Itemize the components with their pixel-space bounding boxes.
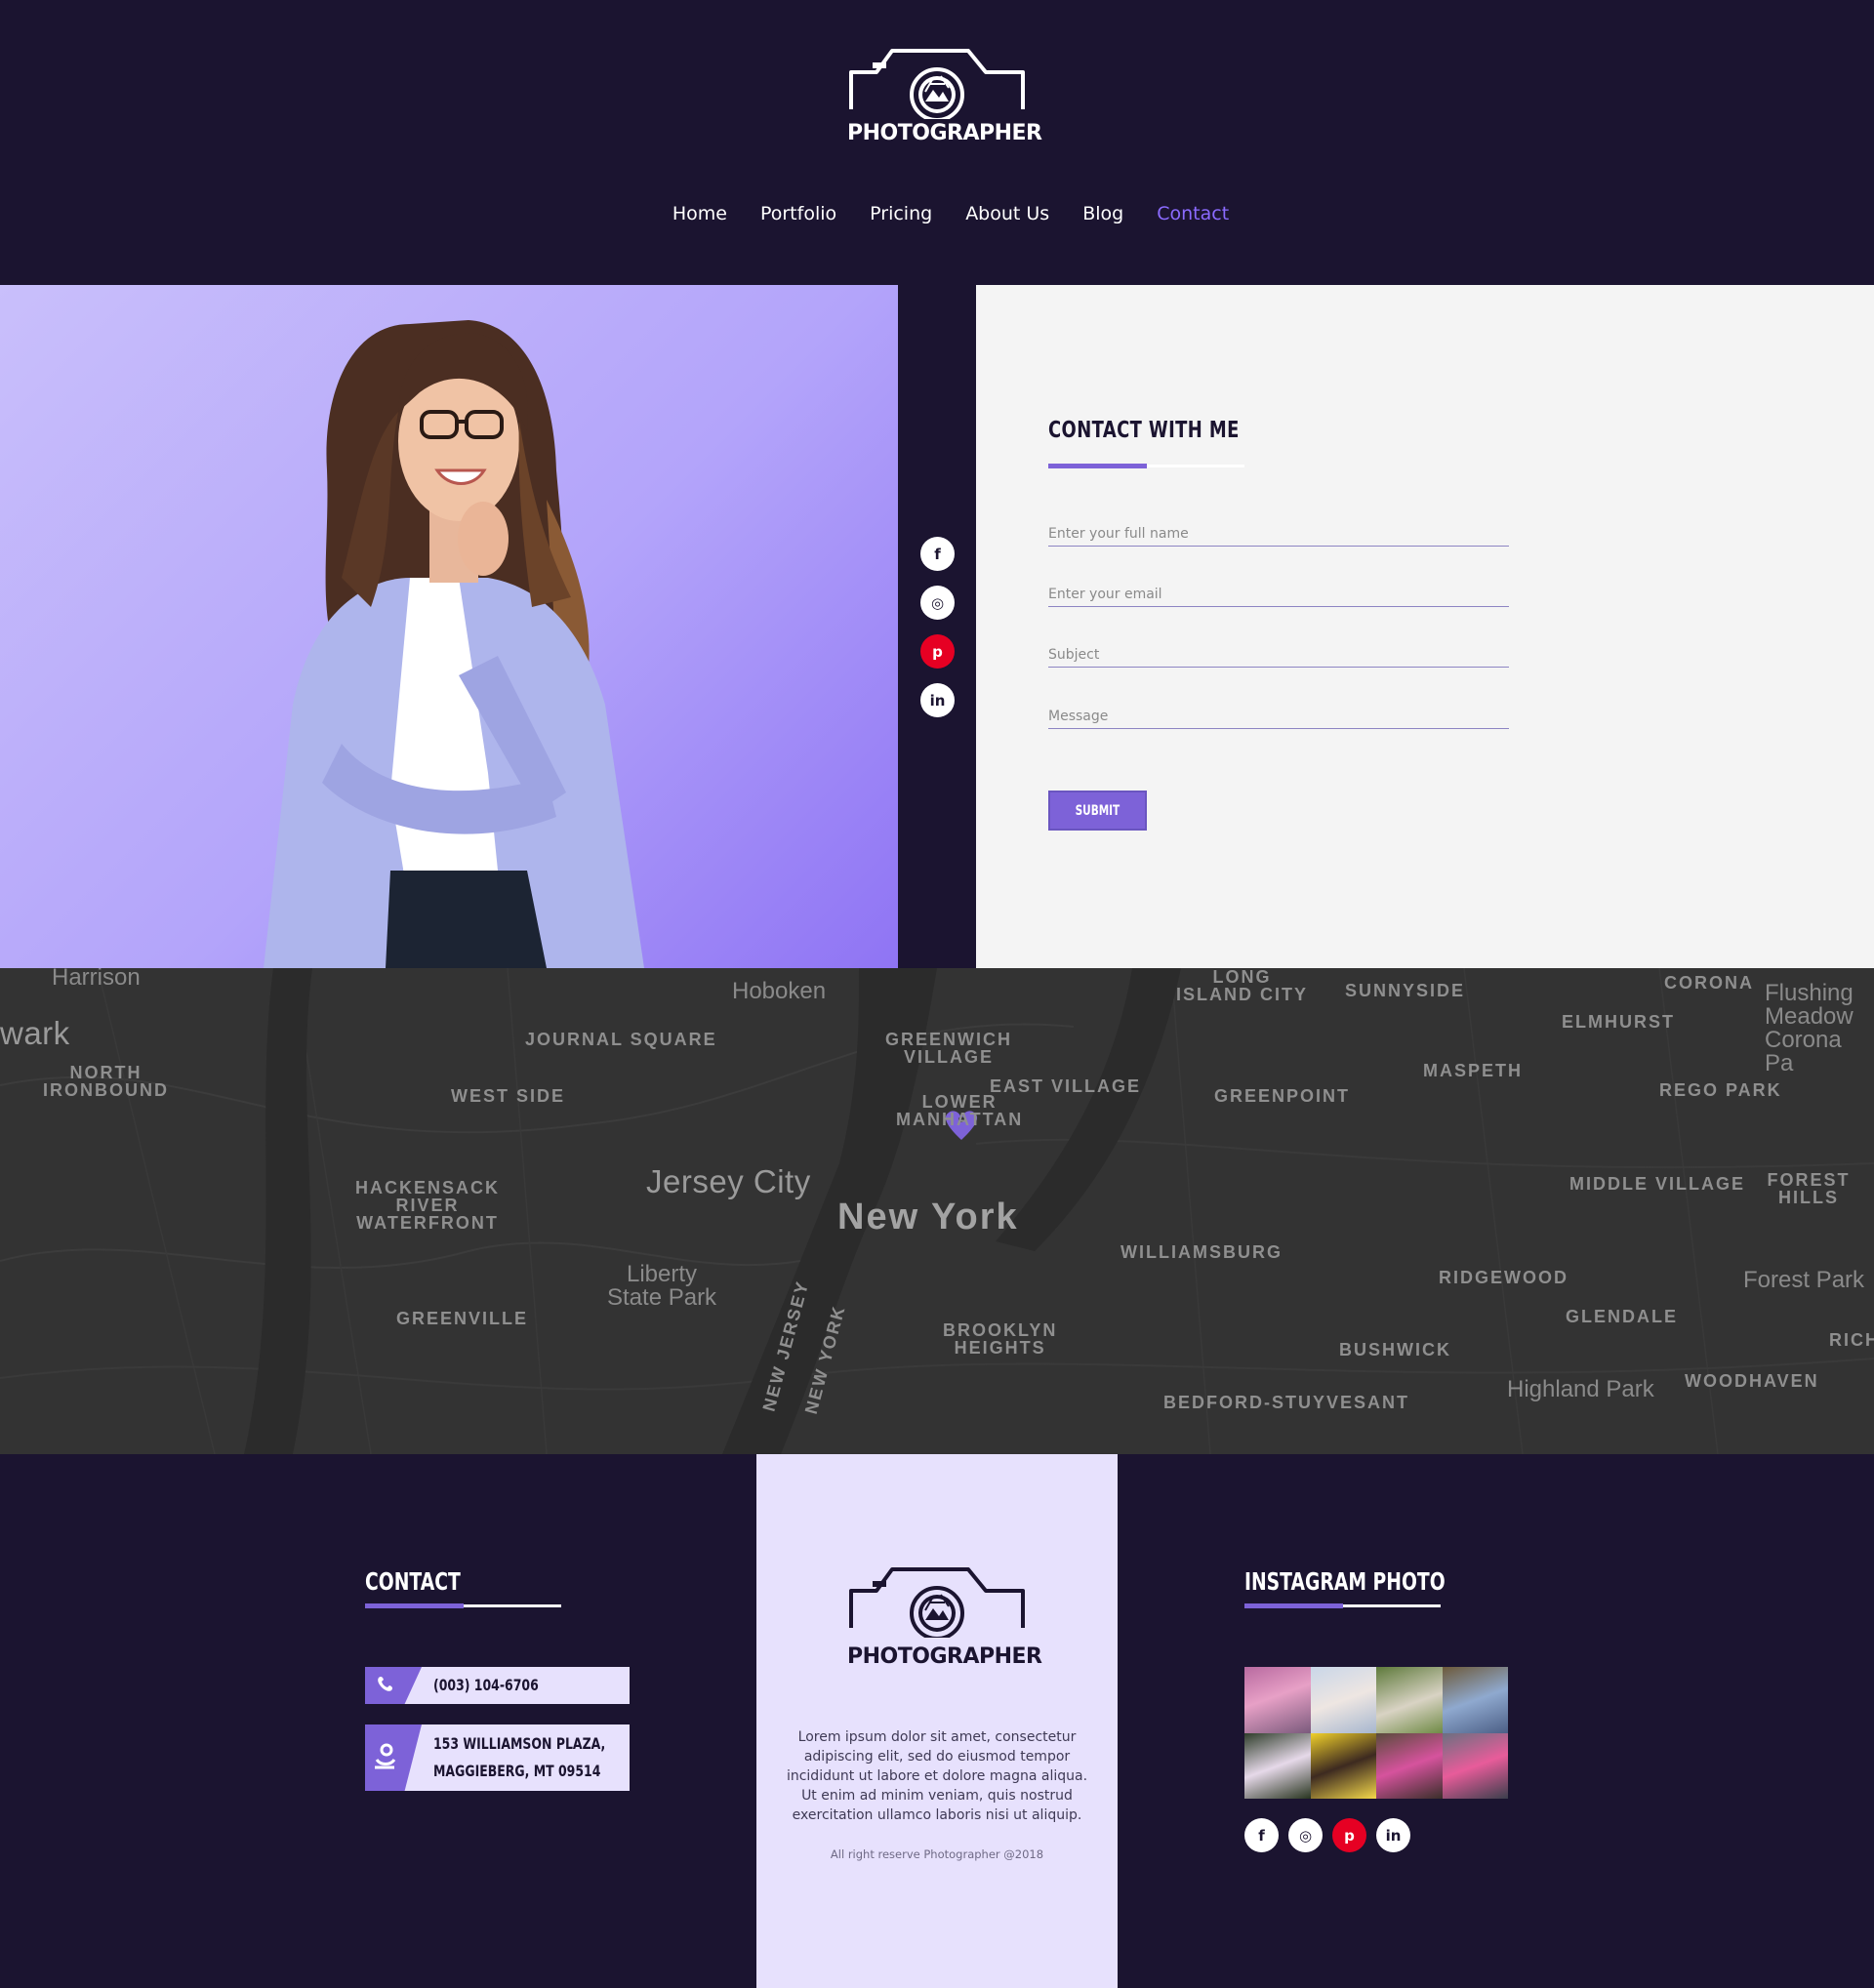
map-label: GLENDALE [1566,1307,1678,1326]
instagram-icon[interactable]: ◎ [920,586,955,620]
nav-pricing[interactable]: Pricing [870,203,932,224]
phone-number: (003) 104-6706 [433,1676,539,1694]
message-input[interactable] [1048,700,1509,729]
map-label: LOWER MANHATTAN [896,1092,1024,1129]
nav-blog[interactable]: Blog [1082,203,1123,224]
footer-about-text: Lorem ipsum dolor sit amet, consectetur … [786,1729,1088,1823]
map-label: Harrison [52,968,141,991]
email-input[interactable] [1048,578,1509,607]
phone-icon [365,1667,422,1704]
instagram-grid [1244,1667,1508,1799]
instagram-icon[interactable]: ◎ [1288,1818,1323,1852]
instagram-photo[interactable] [1442,1667,1508,1733]
footer-contact-underline-light [464,1604,561,1607]
facebook-icon[interactable]: f [1244,1818,1279,1852]
instagram-underline-light [1343,1604,1441,1607]
instagram-photo[interactable] [1310,1732,1376,1799]
map-label: WOODHAVEN [1685,1371,1819,1391]
map-label: ELMHURST [1562,1012,1675,1032]
map-label: BUSHWICK [1339,1340,1451,1359]
address-box[interactable]: 153 WILLIAMSON PLAZA, MAGGIEBERG, MT 095… [365,1724,630,1791]
map-label: Highland Park [1507,1376,1654,1402]
instagram-photo[interactable] [1244,1732,1311,1799]
map-label: Liberty State Park [607,1261,717,1311]
map-label: Forest Park [1743,1267,1865,1293]
nav-portfolio[interactable]: Portfolio [760,203,836,224]
map-label: New York [837,1197,1019,1237]
map-label: Hoboken [732,978,827,1004]
instagram-underline-accent [1244,1603,1343,1608]
map-label: MIDDLE VILLAGE [1569,1174,1745,1194]
footer-contact-underline-accent [365,1603,464,1608]
submit-button[interactable]: SUBMIT [1048,791,1147,831]
brand-name: PHOTOGRAPHER [847,121,1042,145]
map-label: HACKENSACK RIVER WATERFRONT [355,1178,501,1233]
map-label: RIDGEWOOD [1439,1268,1568,1287]
submit-label: SUBMIT [1075,802,1120,819]
map-label: RICH [1829,1330,1874,1350]
address-line-2: MAGGIEBERG, MT 09514 [433,1762,601,1780]
map-label: FOREST HILLS [1767,1170,1851,1207]
map-label: JOURNAL SQUARE [525,1030,717,1049]
instagram-photo[interactable] [1310,1667,1376,1733]
map-label: MASPETH [1423,1061,1524,1080]
map-label: WEST SIDE [451,1086,566,1106]
map-label: WILLIAMSBURG [1120,1242,1283,1262]
title-underline-light [1147,465,1244,467]
nav-contact[interactable]: Contact [1157,203,1229,224]
instagram-photo[interactable] [1244,1667,1311,1733]
location-map[interactable]: Harrison Hoboken LONG ISLAND CITY SUNNYS… [0,968,1874,1454]
map-label: GREENWICH VILLAGE [885,1030,1012,1067]
map-label: SUNNYSIDE [1345,981,1466,1000]
phone-box[interactable]: (003) 104-6706 [365,1667,630,1704]
contact-form-title: CONTACT WITH ME [1048,418,1240,443]
linkedin-icon[interactable]: in [1376,1818,1410,1852]
main-nav: Home Portfolio Pricing About Us Blog Con… [0,203,1874,224]
footer-contact-title: CONTACT [365,1567,461,1596]
linkedin-icon[interactable]: in [920,683,955,717]
nav-home[interactable]: Home [672,203,727,224]
map-label: GREENVILLE [396,1309,529,1328]
nav-about-us[interactable]: About Us [965,203,1049,224]
portrait-illustration [264,320,644,968]
full-name-input[interactable] [1048,517,1509,547]
map-label: wark [0,1015,70,1051]
instagram-photo[interactable] [1376,1667,1443,1733]
map-label: Jersey City [646,1163,811,1199]
instagram-photo[interactable] [1442,1732,1508,1799]
map-label: REGO PARK [1659,1080,1782,1100]
contact-form-panel: CONTACT WITH ME SUBMIT [976,285,1874,968]
brand-logo[interactable]: PHOTOGRAPHER [847,47,1042,145]
camera-logo-icon [849,1567,1025,1641]
title-underline-accent [1048,464,1147,468]
photographer-portrait [0,285,898,968]
map-label: GREENPOINT [1214,1086,1351,1106]
social-strip: f ◎ p in [898,285,976,968]
subject-input[interactable] [1048,638,1509,668]
pinterest-icon[interactable]: p [1332,1818,1366,1852]
footer-about-panel: PHOTOGRAPHER [756,1454,1118,1988]
map-label: BROOKLYN HEIGHTS [943,1320,1058,1358]
pinterest-icon[interactable]: p [920,634,955,669]
map-label: Flushing Meadow Corona Pa [1765,980,1854,1076]
site-header: PHOTOGRAPHER Home Portfolio Pricing Abou… [0,0,1874,285]
camera-logo-icon [849,49,1025,119]
facebook-icon[interactable]: f [920,537,955,571]
site-footer: CONTACT (003) 104-6706 153 WILLIAMSON PL… [0,1454,1874,1988]
map-label: CORONA [1664,973,1754,993]
location-icon [365,1724,422,1791]
copyright-text: All right reserve Photographer @2018 [830,1847,1044,1861]
map-label: LONG ISLAND CITY [1176,968,1309,1004]
map-label: BEDFORD-STUYVESANT [1163,1393,1410,1412]
instagram-photo[interactable] [1376,1732,1443,1799]
map-label: NORTH IRONBOUND [43,1063,169,1100]
footer-brand-name: PHOTOGRAPHER [847,1644,1042,1669]
address-line-1: 153 WILLIAMSON PLAZA, [433,1734,606,1753]
instagram-title: INSTAGRAM PHOTO [1244,1567,1446,1596]
footer-logo[interactable]: PHOTOGRAPHER [847,1565,1042,1669]
